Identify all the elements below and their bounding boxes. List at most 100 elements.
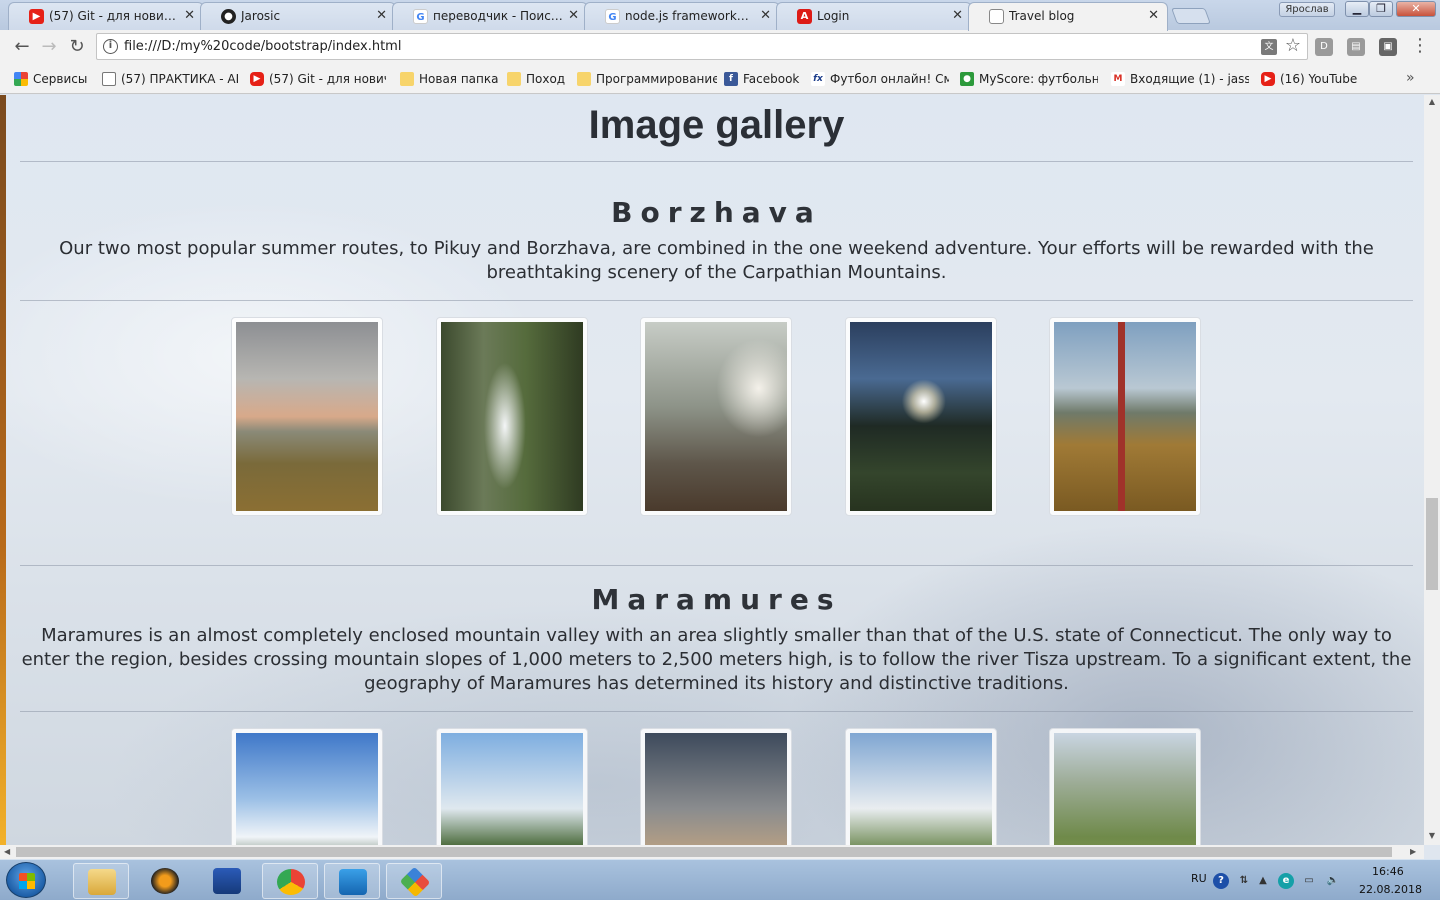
forward-button[interactable]: →: [37, 35, 61, 59]
vertical-scrollbar[interactable]: ▲ ▼: [1424, 95, 1440, 845]
bookmark-label: Facebook: [743, 72, 800, 86]
google-icon: G: [605, 9, 620, 24]
bookmark-item[interactable]: ● MyScore: футбольны: [960, 71, 1098, 87]
chrome-icon: [277, 869, 305, 895]
tent-sunset-photo[interactable]: [845, 317, 997, 516]
horizontal-scrollbar[interactable]: ◀ ▶: [0, 845, 1424, 859]
forest-trail-photo[interactable]: [436, 728, 588, 845]
bookmark-folder[interactable]: Программирование: [577, 71, 717, 87]
bookmark-label: Входящие (1) - jasso: [1130, 72, 1249, 86]
tab-label: (57) Git - для новичков -: [49, 9, 179, 23]
divider: [20, 300, 1413, 301]
bookmark-label: (57) Git - для новичк: [269, 72, 386, 86]
bookmark-star-icon[interactable]: ☆: [1285, 35, 1301, 56]
bookmark-label: Новая папка: [419, 72, 499, 86]
bookmark-item[interactable]: Сервисы: [14, 71, 94, 87]
vertical-scroll-thumb[interactable]: [1426, 498, 1438, 590]
gmail-icon: M: [1111, 72, 1125, 86]
tab-node-frameworks[interactable]: G node.js frameworks - Пои ✕: [584, 2, 780, 30]
back-button[interactable]: ←: [10, 35, 34, 59]
ridge-hills-photo[interactable]: [845, 728, 997, 845]
reload-button[interactable]: ↻: [65, 35, 89, 59]
scroll-up-arrow-icon[interactable]: ▲: [1424, 97, 1440, 106]
clock-date[interactable]: 22.08.2018: [1359, 883, 1422, 896]
bookmark-item[interactable]: M Входящие (1) - jasso: [1111, 71, 1249, 87]
tab-translator-search[interactable]: G переводчик - Поиск в G ✕: [392, 2, 588, 30]
bookmark-item[interactable]: ▶ (57) Git - для новичк: [250, 71, 386, 87]
bookmark-item[interactable]: fx Футбол онлайн! Смс: [811, 71, 949, 87]
profile-button[interactable]: Ярослав: [1279, 2, 1335, 17]
taskbar-vscode[interactable]: [324, 863, 380, 899]
google-icon: G: [413, 9, 428, 24]
start-button[interactable]: [6, 862, 46, 898]
section-title-maramures: Maramures: [591, 583, 842, 616]
tab-login[interactable]: A Login ✕: [776, 2, 972, 30]
language-indicator[interactable]: RU: [1191, 872, 1207, 885]
bookmark-label: Сервисы: [33, 72, 88, 86]
taskbar-git[interactable]: [386, 863, 442, 899]
more-bookmarks-button[interactable]: »: [1406, 70, 1415, 86]
taskbar-save-app[interactable]: [199, 863, 255, 899]
extension-icon[interactable]: D: [1315, 38, 1333, 56]
save-disk-icon: [213, 868, 241, 894]
bookmark-folder[interactable]: Поход: [507, 71, 571, 87]
scroll-left-arrow-icon[interactable]: ◀: [4, 845, 10, 859]
section-title-borzhava: Borzhava: [611, 196, 822, 229]
tray-expand-icon[interactable]: ▲: [1255, 873, 1271, 889]
close-tab-icon[interactable]: ✕: [952, 3, 963, 29]
clock-time[interactable]: 16:46: [1372, 865, 1404, 878]
mountain-path-photo[interactable]: [1049, 728, 1201, 845]
horizontal-scroll-thumb[interactable]: [16, 847, 1392, 857]
network-icon[interactable]: ▭: [1301, 873, 1317, 889]
close-window-button[interactable]: ✕: [1396, 1, 1436, 17]
close-tab-icon[interactable]: ✕: [760, 3, 771, 29]
windows-taskbar: RU ? ⇅ ▲ e ▭ 🔈 16:46 22.08.2018: [0, 859, 1440, 900]
close-tab-icon[interactable]: ✕: [184, 3, 195, 29]
address-bar[interactable]: i file:///D:/my%20code/bootstrap/index.h…: [96, 33, 1308, 60]
tab-travel-blog[interactable]: Travel blog ✕: [968, 2, 1168, 31]
green-peak-photo[interactable]: [231, 728, 383, 845]
waterfall-photo[interactable]: [436, 317, 588, 516]
folder-icon: [577, 72, 591, 86]
help-icon[interactable]: ?: [1213, 873, 1229, 889]
divider: [20, 161, 1413, 162]
bookmark-label: (16) YouTube: [1280, 72, 1358, 86]
scroll-right-arrow-icon[interactable]: ▶: [1410, 845, 1416, 859]
new-tab-button[interactable]: [1171, 8, 1211, 24]
taskbar-explorer[interactable]: [73, 863, 129, 899]
section-description-borzhava: Our two most popular summer routes, to P…: [59, 238, 1374, 283]
bookmark-item[interactable]: ▶ (16) YouTube: [1261, 71, 1371, 87]
tray-app-icon[interactable]: e: [1278, 873, 1294, 889]
minimize-button[interactable]: ▁: [1345, 1, 1369, 17]
site-info-icon[interactable]: i: [103, 39, 118, 54]
network-sync-icon[interactable]: ⇅: [1236, 873, 1252, 889]
close-tab-icon[interactable]: ✕: [376, 3, 387, 29]
restore-button[interactable]: ❐: [1369, 1, 1393, 17]
signpost-meadow-photo[interactable]: [1049, 317, 1201, 516]
page-viewport: Image gallery Borzhava Our two most popu…: [0, 95, 1424, 845]
sunrise-silhouette-photo[interactable]: [640, 728, 792, 845]
extension-icon[interactable]: ▣: [1379, 38, 1397, 56]
misty-forest-photo[interactable]: [640, 317, 792, 516]
aimp-icon: [151, 868, 179, 894]
close-tab-icon[interactable]: ✕: [1148, 3, 1159, 29]
page-icon: [102, 72, 116, 86]
taskbar-chrome[interactable]: [262, 863, 318, 899]
bookmark-item[interactable]: f Facebook: [724, 71, 804, 87]
extension-icon[interactable]: ▤: [1347, 38, 1365, 56]
section-description-maramures: Maramures is an almost completely enclos…: [21, 625, 1412, 694]
windows-logo-icon: [19, 873, 35, 889]
browser-menu-icon[interactable]: ⋮: [1411, 36, 1429, 56]
scroll-down-arrow-icon[interactable]: ▼: [1424, 831, 1440, 840]
close-tab-icon[interactable]: ✕: [568, 3, 579, 29]
translate-icon[interactable]: 文: [1261, 39, 1277, 55]
cloudy-valley-photo[interactable]: [231, 317, 383, 516]
tab-label: node.js frameworks - Пои: [625, 9, 755, 23]
bookmark-item[interactable]: (57) ПРАКТИКА - АН: [102, 71, 238, 87]
volume-icon[interactable]: 🔈: [1325, 873, 1341, 889]
tab-github[interactable]: ● Jarosic ✕: [200, 2, 396, 30]
folder-icon: [400, 72, 414, 86]
taskbar-aimp[interactable]: [137, 863, 193, 899]
tab-git-video[interactable]: ▶ (57) Git - для новичков - ✕: [8, 2, 204, 30]
bookmark-folder[interactable]: Новая папка: [400, 71, 500, 87]
